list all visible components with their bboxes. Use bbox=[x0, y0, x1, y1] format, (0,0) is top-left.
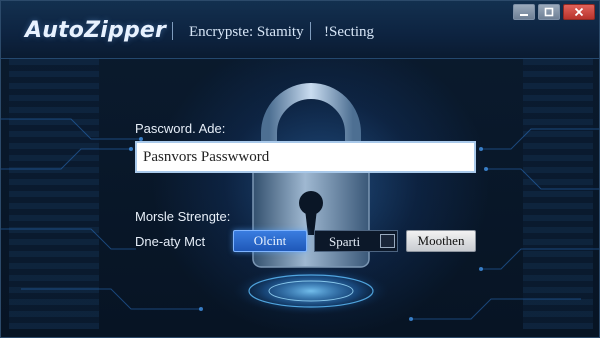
background-scene bbox=[1, 59, 599, 337]
menu-separator bbox=[172, 22, 173, 40]
toggle-checkbox[interactable] bbox=[380, 234, 395, 248]
close-icon bbox=[574, 7, 584, 17]
menu-separator bbox=[310, 22, 311, 40]
strength-label: Morsle Strengte: bbox=[135, 209, 231, 224]
password-label: Pascword. Ade: bbox=[135, 121, 226, 136]
minimize-icon bbox=[520, 14, 528, 16]
toggle-label: Sparti bbox=[329, 234, 361, 249]
close-button[interactable] bbox=[563, 4, 595, 20]
maximize-button[interactable] bbox=[538, 4, 560, 20]
toggle-group: Sparti bbox=[314, 230, 398, 252]
menu-item-encrypt[interactable]: Encrypste: Stamity bbox=[189, 24, 304, 41]
mode-label: Dne-aty Mct bbox=[135, 234, 206, 249]
app-window: AutoZipper Encrypste: Stamity !Secting P… bbox=[0, 0, 600, 338]
padlock-illustration bbox=[233, 83, 389, 315]
menu-item-settings[interactable]: !Secting bbox=[324, 24, 374, 41]
maximize-icon bbox=[544, 7, 554, 17]
minimize-button[interactable] bbox=[513, 4, 535, 20]
password-input[interactable] bbox=[135, 141, 476, 173]
secondary-action-button[interactable]: Moothen bbox=[406, 230, 476, 252]
title-bar: AutoZipper Encrypste: Stamity !Secting bbox=[1, 1, 599, 59]
app-title: AutoZipper bbox=[25, 18, 167, 43]
window-controls bbox=[513, 4, 595, 20]
primary-action-button[interactable]: Olcint bbox=[233, 230, 307, 252]
